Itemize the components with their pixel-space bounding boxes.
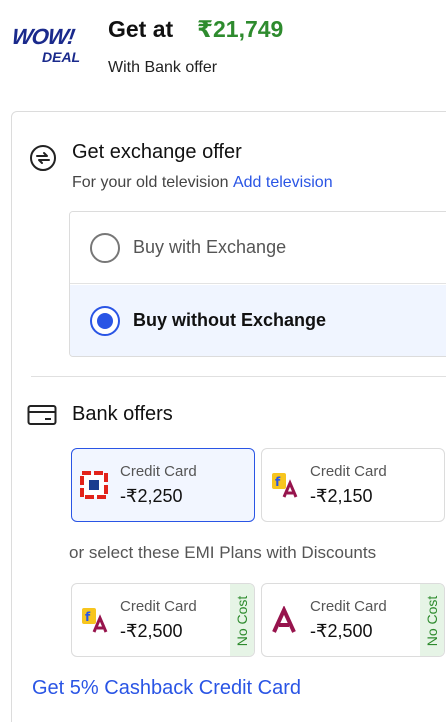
buy-with-exchange-option[interactable]: Buy with Exchange <box>70 212 446 284</box>
exchange-icon <box>30 145 56 171</box>
card-type-label: Credit Card <box>310 598 387 615</box>
wow-deal-logo: WOW! <box>10 24 76 49</box>
card-discount-amount: -₹2,500 <box>120 621 183 641</box>
emi-plans-heading: or select these EMI Plans with Discounts <box>69 543 377 562</box>
bank-offer-card-flipkart-axis[interactable]: f Credit Card -₹2,150 <box>261 448 445 522</box>
buy-without-exchange-label: Buy without Exchange <box>133 310 327 330</box>
card-type-label: Credit Card <box>310 463 387 480</box>
emi-offer-card-axis[interactable]: Credit Card -₹2,500 No Cost <box>261 583 445 657</box>
no-cost-badge: No Cost <box>230 584 254 656</box>
exchange-subtitle-text: For your old television <box>72 174 229 191</box>
get-at-label: Get at <box>108 16 174 42</box>
radio-checked[interactable] <box>90 306 120 336</box>
buy-with-exchange-label: Buy with Exchange <box>133 237 287 257</box>
exchange-subtitle: For your old television Add television <box>72 174 333 192</box>
radio-unchecked[interactable] <box>90 233 120 263</box>
flipkart-axis-logo-icon: f <box>272 473 298 498</box>
card-icon <box>27 405 57 425</box>
deal-subtitle: With Bank offer <box>108 59 218 76</box>
axis-bank-logo-icon <box>272 606 296 633</box>
card-discount-amount: -₹2,500 <box>310 621 373 641</box>
cashback-credit-card-link[interactable]: Get 5% Cashback Credit Card <box>32 677 301 700</box>
card-type-label: Credit Card <box>120 463 197 480</box>
section-divider <box>31 376 446 377</box>
exchange-options: Buy with Exchange Buy without Exchange <box>69 211 446 357</box>
hdfc-logo-icon <box>80 471 108 499</box>
card-discount-amount: -₹2,250 <box>120 486 183 506</box>
no-cost-badge-text: No Cost <box>234 595 250 647</box>
wow-deal-logo-sub: DEAL <box>42 49 81 65</box>
flipkart-axis-logo-icon: f <box>82 608 108 633</box>
card-discount-amount: -₹2,150 <box>310 486 373 506</box>
no-cost-badge-text: No Cost <box>424 595 440 647</box>
emi-offer-card-flipkart-axis[interactable]: f Credit Card -₹2,500 No Cost <box>71 583 255 657</box>
no-cost-badge: No Cost <box>420 584 444 656</box>
buy-without-exchange-option[interactable]: Buy without Exchange <box>70 285 446 356</box>
card-type-label: Credit Card <box>120 598 197 615</box>
svg-text:f: f <box>275 475 281 489</box>
svg-text:f: f <box>85 610 91 624</box>
deal-header: WOW! DEAL Get at ₹21,749 With Bank offer <box>0 0 446 100</box>
bank-offers-title: Bank offers <box>72 403 173 425</box>
bank-offer-card-hdfc[interactable]: Credit Card -₹2,250 <box>71 448 255 522</box>
exchange-title: Get exchange offer <box>72 141 242 163</box>
add-television-link[interactable]: Add television <box>233 174 333 191</box>
deal-price: ₹21,749 <box>197 16 284 42</box>
